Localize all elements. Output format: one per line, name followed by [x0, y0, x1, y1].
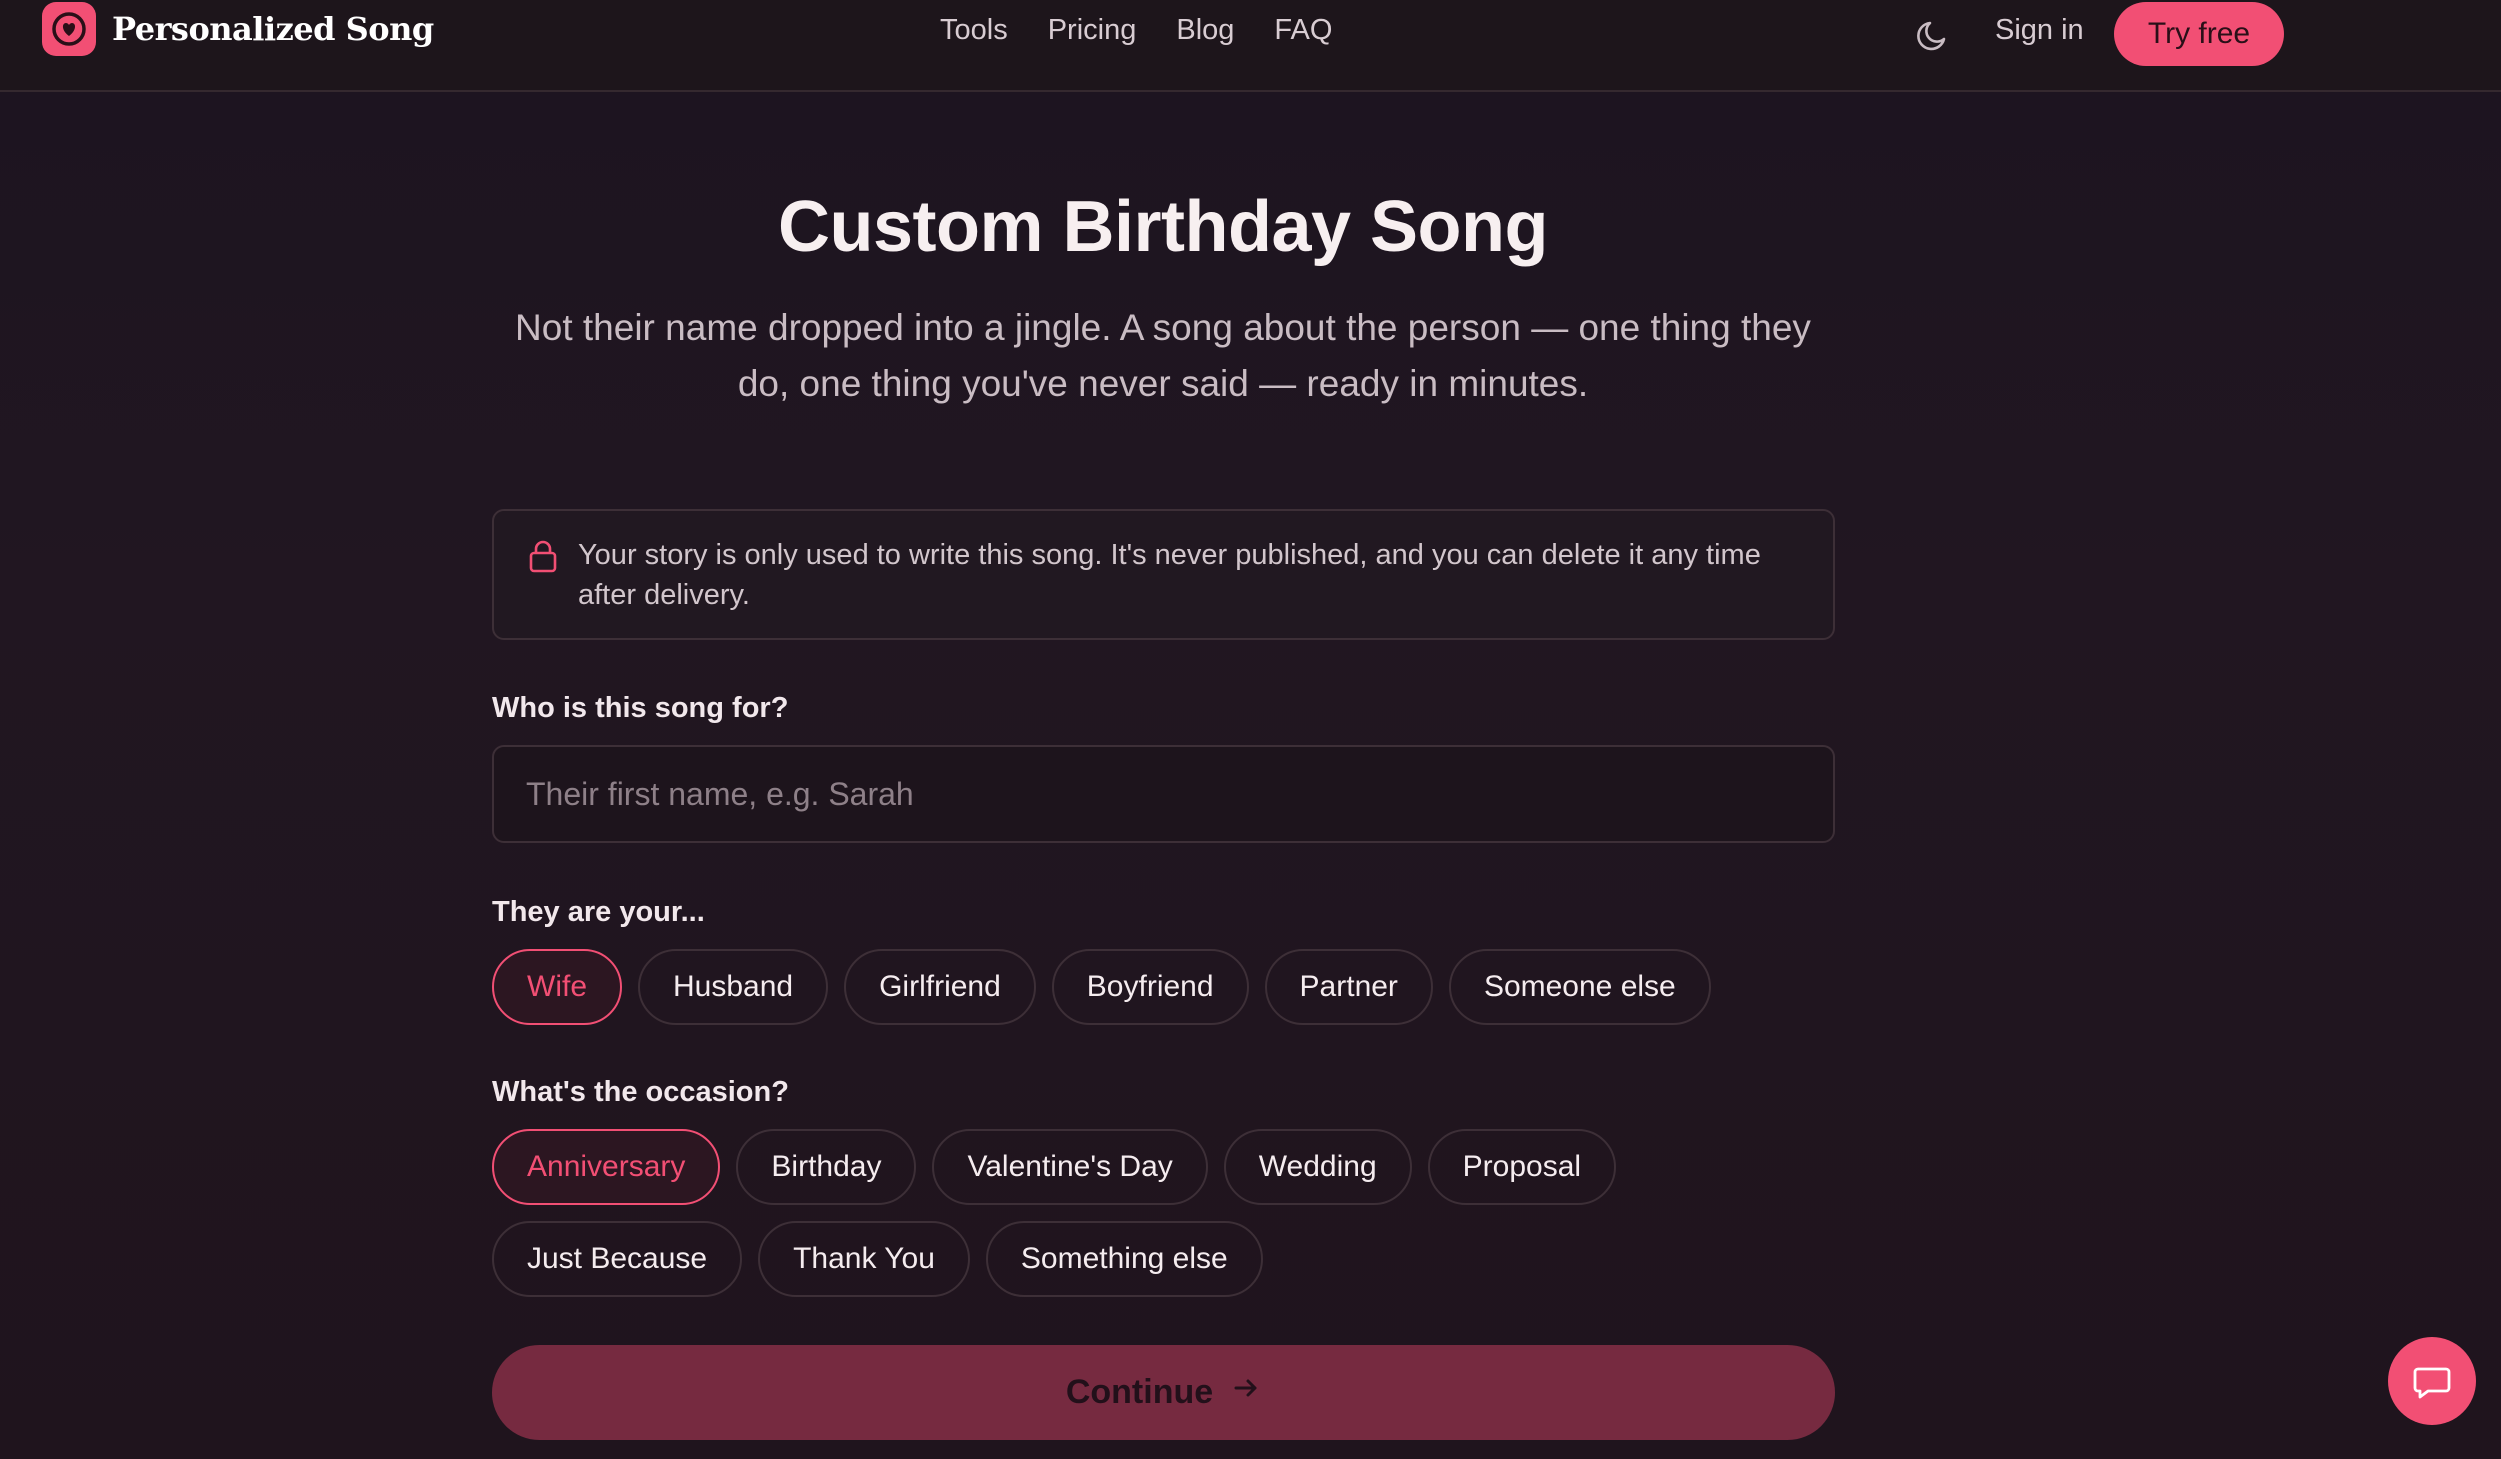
relation-label: They are your...: [492, 896, 705, 928]
privacy-notice: Your story is only used to write this so…: [492, 509, 1835, 640]
moon-icon[interactable]: [1914, 16, 1952, 54]
occasion-chip-proposal[interactable]: Proposal: [1427, 1129, 1617, 1205]
page-subtitle: Not their name dropped into a jingle. A …: [515, 307, 1811, 404]
occasion-chip-valentines-day[interactable]: Valentine's Day: [932, 1129, 1208, 1205]
lock-icon: [528, 539, 558, 573]
nav-link-tools[interactable]: Tools: [940, 14, 1008, 47]
nav-link-blog[interactable]: Blog: [1176, 14, 1234, 47]
nav-link-faq[interactable]: FAQ: [1274, 14, 1332, 47]
relation-options: Wife Husband Girlfriend Boyfriend Partne…: [492, 949, 1711, 1025]
occasion-options-row2: Just Because Thank You Something else: [492, 1221, 1263, 1297]
relation-chip-husband[interactable]: Husband: [638, 949, 829, 1025]
occasion-label: What's the occasion?: [492, 1076, 789, 1108]
relation-chip-partner[interactable]: Partner: [1264, 949, 1433, 1025]
privacy-text: Your story is only used to write this so…: [578, 539, 1761, 611]
name-input[interactable]: [492, 745, 1835, 843]
relation-chip-boyfriend[interactable]: Boyfriend: [1051, 949, 1249, 1025]
relation-chip-wife[interactable]: Wife: [492, 949, 622, 1025]
occasion-chip-wedding[interactable]: Wedding: [1223, 1129, 1412, 1205]
brand-logo[interactable]: Personalized Song: [42, 2, 434, 56]
try-free-button[interactable]: Try free: [2114, 2, 2284, 66]
occasion-chip-birthday[interactable]: Birthday: [736, 1129, 917, 1205]
top-nav: Personalized Song Tools Pricing Blog FAQ…: [0, 0, 2501, 92]
occasion-options-row1: Anniversary Birthday Valentine's Day Wed…: [492, 1129, 1617, 1205]
heart-record-icon: [42, 2, 96, 56]
signin-link[interactable]: Sign in: [1995, 14, 2084, 47]
page-title: Custom Birthday Song: [777, 187, 1549, 267]
nav-links: Tools Pricing Blog FAQ: [940, 14, 1332, 47]
occasion-chip-something-else[interactable]: Something else: [985, 1221, 1263, 1297]
continue-button[interactable]: Continue: [492, 1345, 1835, 1440]
continue-label: Continue: [1065, 1373, 1214, 1411]
brand-name: Personalized Song: [112, 10, 434, 48]
arrow-right-icon: [1231, 1373, 1261, 1412]
chat-bubble-icon[interactable]: [2388, 1337, 2476, 1425]
relation-chip-girlfriend[interactable]: Girlfriend: [844, 949, 1036, 1025]
relation-chip-someone-else[interactable]: Someone else: [1448, 949, 1711, 1025]
nav-link-pricing[interactable]: Pricing: [1048, 14, 1137, 47]
occasion-chip-thank-you[interactable]: Thank You: [758, 1221, 970, 1297]
occasion-chip-just-because[interactable]: Just Because: [492, 1221, 743, 1297]
name-label: Who is this song for?: [492, 692, 789, 724]
occasion-chip-anniversary[interactable]: Anniversary: [492, 1129, 721, 1205]
